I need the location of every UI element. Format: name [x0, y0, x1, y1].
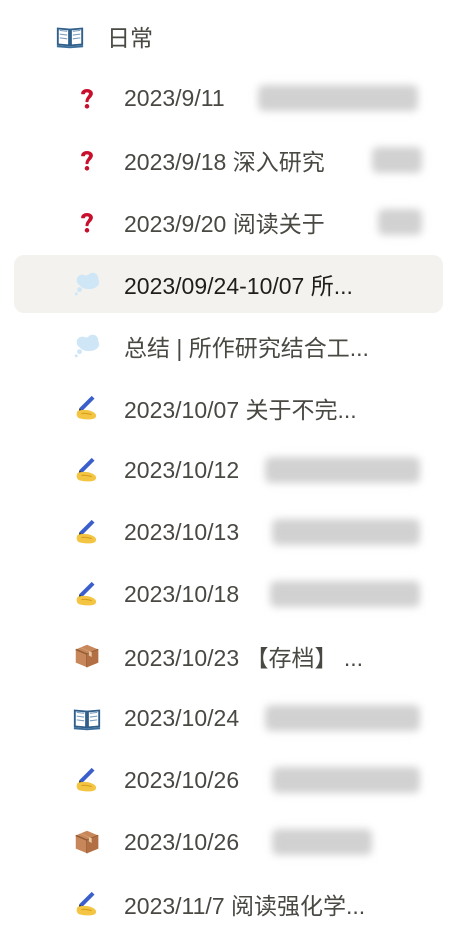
writing-hand-icon: [72, 517, 102, 547]
page-item-9[interactable]: 2023/10/23 【存档】 ...: [0, 625, 453, 687]
page-item-label: 2023/9/18 深入研究: [124, 149, 325, 175]
package-icon: [72, 641, 102, 671]
open-book-icon: [72, 703, 102, 733]
page-item-13[interactable]: 2023/11/7 阅读强化学...: [0, 873, 453, 935]
open-book-icon: [55, 21, 85, 51]
writing-hand-icon: [72, 455, 102, 485]
thought-bubble-icon: [72, 269, 102, 299]
page-item-label: 2023/9/11: [124, 84, 225, 111]
writing-hand-icon: [72, 579, 102, 609]
redaction-blur: [272, 519, 420, 545]
page-item-label: 2023/9/20 阅读关于: [124, 211, 325, 237]
page-item-8[interactable]: 2023/10/18: [0, 563, 453, 625]
sidebar-page-tree: 日常 2023/9/11 2023/9/18 深入研究 2023/9/20 阅读…: [0, 0, 453, 943]
redaction-blur: [265, 457, 420, 483]
page-item-7[interactable]: 2023/10/13: [0, 501, 453, 563]
question-mark-icon: [72, 83, 102, 113]
page-item-3[interactable]: 2023/09/24-10/07 所...: [0, 253, 453, 315]
sidebar-item-daily[interactable]: 日常: [0, 5, 453, 67]
page-item-12[interactable]: 2023/10/26: [0, 811, 453, 873]
page-item-label: 2023/10/18: [124, 580, 240, 607]
thought-bubble-icon: [72, 331, 102, 361]
page-item-label: 2023/11/7 阅读强化学...: [124, 893, 366, 919]
redaction-blur: [378, 209, 422, 235]
writing-hand-icon: [72, 765, 102, 795]
page-item-5[interactable]: 2023/10/07 关于不完...: [0, 377, 453, 439]
page-item-1[interactable]: 2023/9/18 深入研究: [0, 129, 453, 191]
page-item-11[interactable]: 2023/10/26: [0, 749, 453, 811]
page-item-10[interactable]: 2023/10/24: [0, 687, 453, 749]
writing-hand-icon: [72, 889, 102, 919]
redaction-blur: [272, 767, 420, 793]
redaction-blur: [272, 829, 372, 855]
redaction-blur: [265, 705, 420, 731]
page-item-label: 总结 | 所作研究结合工...: [124, 335, 369, 361]
page-item-4[interactable]: 总结 | 所作研究结合工...: [0, 315, 453, 377]
page-item-0[interactable]: 2023/9/11: [0, 67, 453, 129]
redaction-blur: [270, 581, 420, 607]
page-item-label: 2023/10/26: [124, 828, 240, 855]
page-item-label: 2023/10/24: [124, 704, 240, 731]
page-item-2[interactable]: 2023/9/20 阅读关于: [0, 191, 453, 253]
sidebar-item-label: 日常: [107, 25, 153, 51]
package-icon: [72, 827, 102, 857]
redaction-blur: [372, 147, 422, 173]
redaction-blur: [258, 85, 418, 111]
page-item-6[interactable]: 2023/10/12: [0, 439, 453, 501]
page-item-label: 2023/10/26: [124, 766, 240, 793]
question-mark-icon: [72, 207, 102, 237]
page-item-label: 2023/10/07 关于不完...: [124, 397, 357, 423]
page-item-label: 2023/10/12: [124, 456, 240, 483]
page-item-label: 2023/10/13: [124, 518, 240, 545]
question-mark-icon: [72, 145, 102, 175]
page-item-label: 2023/10/23 【存档】 ...: [124, 645, 364, 671]
page-item-label: 2023/09/24-10/07 所...: [124, 273, 353, 299]
writing-hand-icon: [72, 393, 102, 423]
